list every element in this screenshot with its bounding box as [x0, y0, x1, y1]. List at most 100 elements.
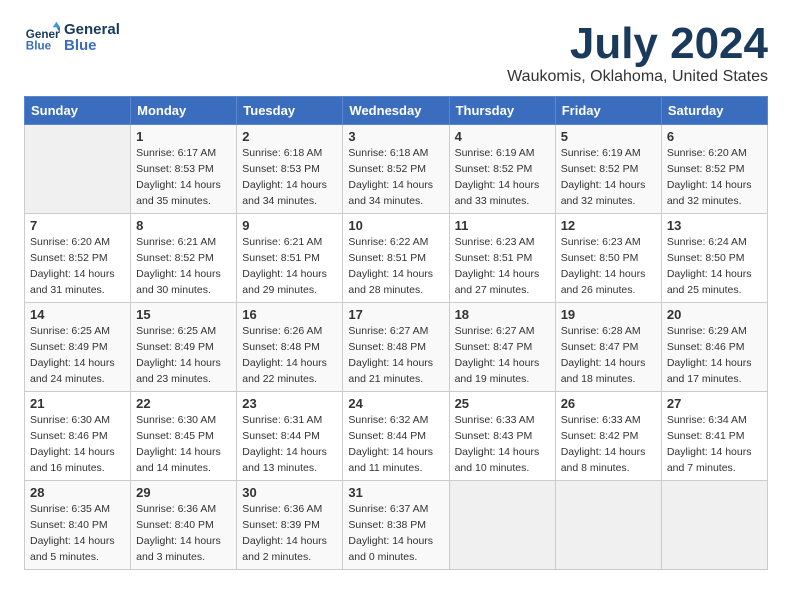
day-number: 5 — [561, 129, 656, 144]
day-number: 26 — [561, 396, 656, 411]
calendar-cell: 12 Sunrise: 6:23 AMSunset: 8:50 PMDayligh… — [555, 214, 661, 303]
day-info: Sunrise: 6:33 AMSunset: 8:42 PMDaylight:… — [561, 413, 656, 476]
logo-blue: Blue — [64, 38, 120, 55]
day-number: 18 — [455, 307, 550, 322]
day-number: 17 — [348, 307, 443, 322]
day-info: Sunrise: 6:30 AMSunset: 8:45 PMDaylight:… — [136, 413, 231, 476]
day-info: Sunrise: 6:25 AMSunset: 8:49 PMDaylight:… — [136, 324, 231, 387]
calendar-cell: 11 Sunrise: 6:23 AMSunset: 8:51 PMDayligh… — [449, 214, 555, 303]
calendar-cell: 4 Sunrise: 6:19 AMSunset: 8:52 PMDaylight… — [449, 125, 555, 214]
logo-general: General — [64, 22, 120, 39]
day-info: Sunrise: 6:36 AMSunset: 8:39 PMDaylight:… — [242, 502, 337, 565]
day-info: Sunrise: 6:23 AMSunset: 8:51 PMDaylight:… — [455, 235, 550, 298]
day-info: Sunrise: 6:33 AMSunset: 8:43 PMDaylight:… — [455, 413, 550, 476]
day-number: 16 — [242, 307, 337, 322]
day-info: Sunrise: 6:27 AMSunset: 8:47 PMDaylight:… — [455, 324, 550, 387]
calendar-cell: 24 Sunrise: 6:32 AMSunset: 8:44 PMDayligh… — [343, 392, 449, 481]
day-info: Sunrise: 6:17 AMSunset: 8:53 PMDaylight:… — [136, 146, 231, 209]
calendar-cell: 26 Sunrise: 6:33 AMSunset: 8:42 PMDayligh… — [555, 392, 661, 481]
day-number: 1 — [136, 129, 231, 144]
day-info: Sunrise: 6:35 AMSunset: 8:40 PMDaylight:… — [30, 502, 125, 565]
calendar-cell: 3 Sunrise: 6:18 AMSunset: 8:52 PMDaylight… — [343, 125, 449, 214]
calendar-cell: 18 Sunrise: 6:27 AMSunset: 8:47 PMDayligh… — [449, 303, 555, 392]
day-info: Sunrise: 6:24 AMSunset: 8:50 PMDaylight:… — [667, 235, 762, 298]
day-info: Sunrise: 6:19 AMSunset: 8:52 PMDaylight:… — [561, 146, 656, 209]
calendar-week-row: 28 Sunrise: 6:35 AMSunset: 8:40 PMDayligh… — [25, 481, 768, 570]
logo-icon: General Blue — [24, 20, 60, 56]
calendar-cell — [25, 125, 131, 214]
day-number: 24 — [348, 396, 443, 411]
day-of-week-header: Tuesday — [237, 97, 343, 125]
day-number: 28 — [30, 485, 125, 500]
day-number: 7 — [30, 218, 125, 233]
day-number: 6 — [667, 129, 762, 144]
calendar-cell — [449, 481, 555, 570]
calendar-cell: 5 Sunrise: 6:19 AMSunset: 8:52 PMDaylight… — [555, 125, 661, 214]
calendar-cell — [661, 481, 767, 570]
calendar-week-row: 21Sunrise: 6:30 AMSunset: 8:46 PMDayligh… — [25, 392, 768, 481]
day-info: Sunrise: 6:18 AMSunset: 8:53 PMDaylight:… — [242, 146, 337, 209]
day-info: Sunrise: 6:19 AMSunset: 8:52 PMDaylight:… — [455, 146, 550, 209]
day-number: 22 — [136, 396, 231, 411]
day-of-week-header: Saturday — [661, 97, 767, 125]
day-of-week-header: Friday — [555, 97, 661, 125]
day-info: Sunrise: 6:32 AMSunset: 8:44 PMDaylight:… — [348, 413, 443, 476]
day-info: Sunrise: 6:27 AMSunset: 8:48 PMDaylight:… — [348, 324, 443, 387]
month-title: July 2024 — [507, 20, 768, 68]
day-number: 20 — [667, 307, 762, 322]
calendar-week-row: 14Sunrise: 6:25 AMSunset: 8:49 PMDayligh… — [25, 303, 768, 392]
day-of-week-header: Wednesday — [343, 97, 449, 125]
calendar-cell: 20Sunrise: 6:29 AMSunset: 8:46 PMDayligh… — [661, 303, 767, 392]
day-info: Sunrise: 6:28 AMSunset: 8:47 PMDaylight:… — [561, 324, 656, 387]
day-number: 2 — [242, 129, 337, 144]
page-header: General Blue General Blue July 2024 Wauk… — [24, 20, 768, 86]
location-subtitle: Waukomis, Oklahoma, United States — [507, 68, 768, 86]
calendar-cell: 21Sunrise: 6:30 AMSunset: 8:46 PMDayligh… — [25, 392, 131, 481]
calendar-cell: 2 Sunrise: 6:18 AMSunset: 8:53 PMDaylight… — [237, 125, 343, 214]
day-info: Sunrise: 6:31 AMSunset: 8:44 PMDaylight:… — [242, 413, 337, 476]
calendar-cell: 27 Sunrise: 6:34 AMSunset: 8:41 PMDayligh… — [661, 392, 767, 481]
day-info: Sunrise: 6:37 AMSunset: 8:38 PMDaylight:… — [348, 502, 443, 565]
day-of-week-header: Monday — [131, 97, 237, 125]
day-number: 12 — [561, 218, 656, 233]
day-of-week-header: Sunday — [25, 97, 131, 125]
calendar-cell: 15 Sunrise: 6:25 AMSunset: 8:49 PMDayligh… — [131, 303, 237, 392]
calendar-cell: 19 Sunrise: 6:28 AMSunset: 8:47 PMDayligh… — [555, 303, 661, 392]
day-number: 19 — [561, 307, 656, 322]
calendar-cell: 16 Sunrise: 6:26 AMSunset: 8:48 PMDayligh… — [237, 303, 343, 392]
calendar-cell: 13Sunrise: 6:24 AMSunset: 8:50 PMDayligh… — [661, 214, 767, 303]
day-number: 11 — [455, 218, 550, 233]
day-info: Sunrise: 6:20 AMSunset: 8:52 PMDaylight:… — [30, 235, 125, 298]
day-number: 10 — [348, 218, 443, 233]
svg-text:Blue: Blue — [26, 40, 52, 53]
title-area: July 2024 Waukomis, Oklahoma, United Sta… — [507, 20, 768, 86]
calendar-header-row: SundayMondayTuesdayWednesdayThursdayFrid… — [25, 97, 768, 125]
day-number: 4 — [455, 129, 550, 144]
day-info: Sunrise: 6:30 AMSunset: 8:46 PMDaylight:… — [30, 413, 125, 476]
day-of-week-header: Thursday — [449, 97, 555, 125]
day-number: 25 — [455, 396, 550, 411]
day-info: Sunrise: 6:18 AMSunset: 8:52 PMDaylight:… — [348, 146, 443, 209]
day-info: Sunrise: 6:22 AMSunset: 8:51 PMDaylight:… — [348, 235, 443, 298]
calendar-cell: 7 Sunrise: 6:20 AMSunset: 8:52 PMDaylight… — [25, 214, 131, 303]
day-number: 9 — [242, 218, 337, 233]
calendar-cell: 8Sunrise: 6:21 AMSunset: 8:52 PMDaylight… — [131, 214, 237, 303]
calendar-week-row: 7 Sunrise: 6:20 AMSunset: 8:52 PMDaylight… — [25, 214, 768, 303]
logo: General Blue General Blue — [24, 20, 120, 56]
calendar-cell: 31 Sunrise: 6:37 AMSunset: 8:38 PMDayligh… — [343, 481, 449, 570]
day-info: Sunrise: 6:23 AMSunset: 8:50 PMDaylight:… — [561, 235, 656, 298]
day-info: Sunrise: 6:34 AMSunset: 8:41 PMDaylight:… — [667, 413, 762, 476]
day-number: 31 — [348, 485, 443, 500]
calendar-week-row: 1 Sunrise: 6:17 AMSunset: 8:53 PMDaylight… — [25, 125, 768, 214]
calendar-cell: 28 Sunrise: 6:35 AMSunset: 8:40 PMDayligh… — [25, 481, 131, 570]
day-number: 27 — [667, 396, 762, 411]
day-info: Sunrise: 6:21 AMSunset: 8:52 PMDaylight:… — [136, 235, 231, 298]
day-info: Sunrise: 6:36 AMSunset: 8:40 PMDaylight:… — [136, 502, 231, 565]
calendar-cell — [555, 481, 661, 570]
calendar-cell: 30Sunrise: 6:36 AMSunset: 8:39 PMDayligh… — [237, 481, 343, 570]
calendar-cell: 22 Sunrise: 6:30 AMSunset: 8:45 PMDayligh… — [131, 392, 237, 481]
day-info: Sunrise: 6:26 AMSunset: 8:48 PMDaylight:… — [242, 324, 337, 387]
calendar-table: SundayMondayTuesdayWednesdayThursdayFrid… — [24, 96, 768, 570]
day-number: 3 — [348, 129, 443, 144]
day-number: 15 — [136, 307, 231, 322]
